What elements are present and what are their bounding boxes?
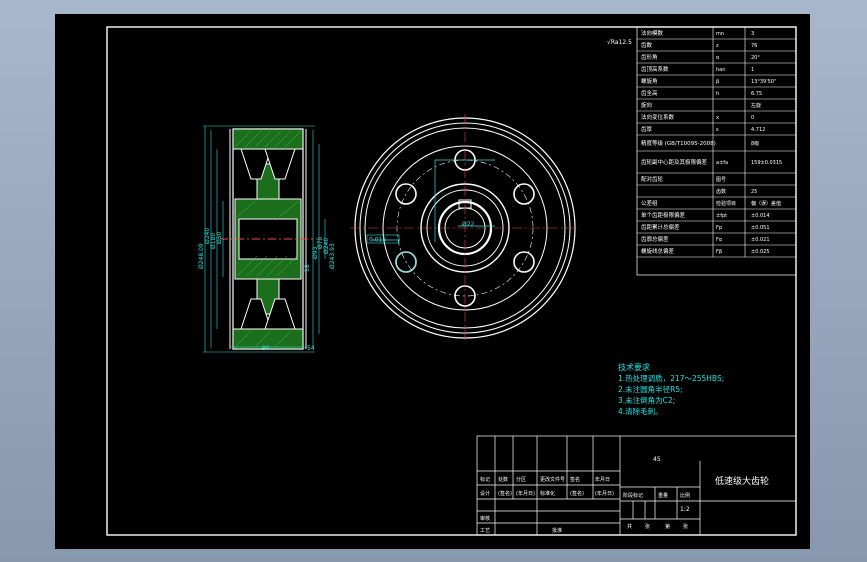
dim-bore-dia: Ø50 — [216, 231, 223, 244]
param-symbol: a±fa — [716, 160, 728, 166]
parameter-rows: 法向模数 mn 3 齿数 z 76 齿形角 α 20° 齿顶高系数 han 1 螺旋角 β 13°39'50… — [637, 27, 796, 258]
param-symbol: α — [716, 55, 720, 61]
tb-label-standard: 标准化 — [540, 490, 555, 497]
param-value: 6.75 — [751, 91, 762, 97]
tb-label-count: 处数 — [498, 476, 508, 483]
param-value: 1 — [751, 67, 754, 73]
param-name: 配对齿轮 — [641, 175, 664, 183]
param-value: ±0.021 — [751, 237, 770, 243]
param-symbol: Fα — [716, 237, 723, 243]
tb-label-stage: 阶段标记 — [623, 492, 643, 499]
param-value: 25 — [751, 189, 757, 195]
param-value: 13°39'50" — [751, 79, 776, 85]
tb-label-zone: 分区 — [516, 476, 526, 483]
tech-item-4: 4.清除毛刺。 — [618, 406, 663, 416]
tech-item-3: 3.未注倒角为C2; — [618, 395, 675, 405]
param-symbol: s — [716, 127, 719, 133]
dim-tip-dia: Ø248.09 — [198, 243, 205, 269]
tb-material: 45 — [653, 456, 661, 463]
param-symbol: x — [716, 115, 719, 121]
param-name: 齿全高 — [641, 89, 658, 97]
drawing-frame — [106, 26, 797, 536]
drawing-title: 低速级大齿轮 — [715, 475, 769, 487]
param-symbol: mn — [716, 31, 724, 37]
tb-label-date: 年月日 — [595, 476, 610, 483]
param-symbol: ±fpt — [716, 213, 727, 219]
tb-label-std-date: (年月日) — [595, 490, 614, 497]
param-name: 齿轮副中心距及其极限偏差 — [641, 158, 708, 166]
front-view-dimensions — [371, 159, 495, 273]
param-symbol: 图号 — [716, 177, 726, 183]
param-value: 偏（误）差值 — [751, 200, 781, 207]
cad-drawing: Ø248.09 Ø240 Ø180 Ø50 Ø70 Ø240 Ø93 Ø243.… — [106, 26, 797, 536]
param-name: 精度等级 (GB/T10095-2008) — [641, 139, 716, 147]
dim-outer-dia: Ø243.93 — [329, 243, 336, 269]
tech-item-2: 2.未注圆角半径R5; — [618, 384, 683, 394]
param-symbol: h — [716, 91, 719, 97]
title-block-text: 标记 处数 分区 更改文件号 签名 年月日 设计 (签名) (年月日) 标准化 … — [480, 456, 769, 534]
param-symbol: han — [716, 67, 725, 73]
tb-label-scale: 比例 — [680, 492, 690, 499]
param-name: 齿距累计总偏差 — [641, 223, 680, 231]
param-name: 法向变位系数 — [641, 113, 675, 121]
param-value: 159±0.0315 — [751, 160, 782, 166]
param-name: 法向模数 — [641, 29, 664, 37]
tolerance-value: 0.015 — [369, 237, 386, 244]
dim-web2-dia: Ø93 — [312, 246, 319, 259]
param-symbol: 检验项目 — [716, 200, 736, 207]
param-value: 0 — [751, 115, 754, 121]
gear-side-section-view — [220, 128, 317, 350]
tb-label-weight: 重量 — [658, 492, 668, 499]
param-value: 8级 — [751, 140, 759, 147]
tb-label-sign: 签名 — [570, 476, 580, 483]
tb-label-sheets: 张 — [645, 523, 650, 530]
param-name: 齿厚 — [641, 126, 653, 133]
param-value: 左旋 — [751, 102, 761, 109]
tb-label-approve: 批准 — [552, 527, 562, 534]
tb-label-sheet: 张 — [683, 523, 688, 530]
dim-keyway: 18 — [304, 264, 311, 272]
param-symbol: z — [716, 43, 719, 49]
tech-requirements: 技术要求 1.热处理调质，217～255HBS; 2.未注圆角半径R5; 3.未… — [618, 362, 724, 416]
tb-label-change: 更改文件号 — [540, 476, 565, 483]
tb-label-process: 工艺 — [480, 528, 490, 534]
param-name: 齿形角 — [641, 53, 658, 61]
dim-hub-len: 54 — [307, 345, 315, 352]
param-symbol: 齿数 — [716, 188, 726, 195]
param-name: 螺旋线总偏差 — [641, 247, 675, 255]
param-value: ±0.014 — [751, 213, 770, 219]
drawing-sheet: Ø248.09 Ø240 Ø180 Ø50 Ø70 Ø240 Ø93 Ø243.… — [55, 14, 810, 549]
dim-width: 90 — [262, 345, 270, 352]
param-symbol: Fp — [716, 225, 722, 231]
gear-front-view — [350, 114, 580, 342]
param-name: 单个齿距极限偏差 — [641, 211, 686, 219]
tb-label-design-date: (年月日) — [516, 490, 535, 497]
param-value: ±0.051 — [751, 225, 770, 231]
tb-label-number: 第 — [665, 523, 670, 530]
param-value: ±0.025 — [751, 249, 770, 255]
param-name: 齿顶高系数 — [641, 65, 669, 73]
param-value: 3 — [751, 31, 754, 37]
param-name: 旋向 — [641, 101, 652, 109]
tb-label-total: 共 — [627, 523, 632, 530]
param-name: 螺旋角 — [641, 77, 658, 85]
tb-label-design-sign: (签名) — [498, 490, 512, 497]
tech-heading: 技术要求 — [618, 362, 650, 372]
param-name: 齿廓总偏差 — [641, 235, 669, 243]
tech-item-1: 1.热处理调质，217～255HBS; — [618, 373, 724, 383]
dim-bore-label: Ø22 — [462, 221, 475, 228]
roughness-mark: √Ra12.5 — [607, 39, 632, 46]
tb-label-review: 审核 — [480, 515, 490, 522]
param-name: 公差组 — [641, 199, 658, 207]
param-symbol: β — [716, 79, 719, 85]
param-value: 76 — [751, 43, 757, 49]
param-symbol: Fβ — [716, 249, 722, 255]
tb-label-design: 设计 — [480, 490, 490, 497]
tb-label-mark: 标记 — [480, 476, 490, 483]
tb-scale-value: 1:2 — [680, 506, 690, 513]
tb-label-std-sign: (签名) — [570, 490, 584, 497]
param-name: 齿数 — [641, 41, 653, 49]
param-value: 4.712 — [751, 127, 765, 133]
param-value: 20° — [751, 55, 760, 61]
